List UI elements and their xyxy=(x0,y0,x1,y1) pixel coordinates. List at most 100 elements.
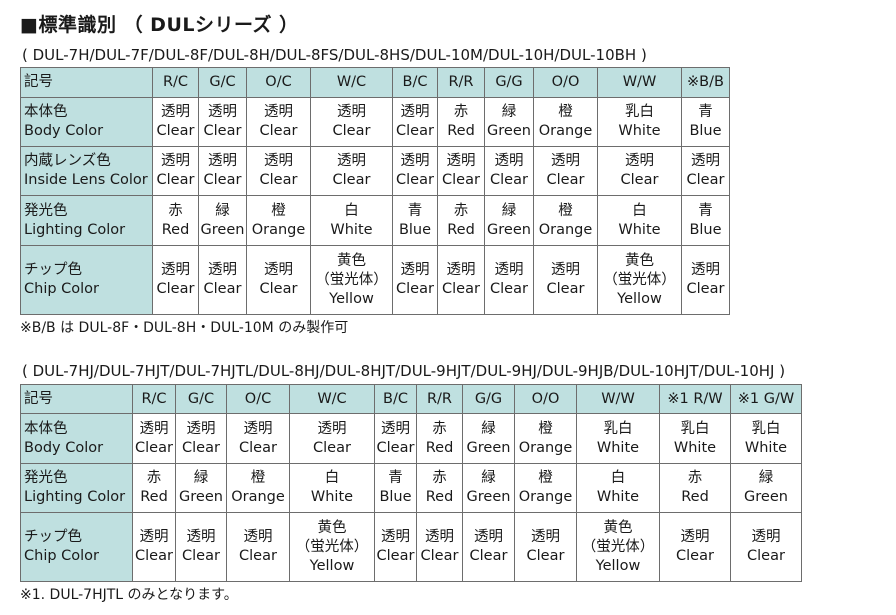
cell-text: Yellow xyxy=(617,290,662,307)
cell-text: Yellow xyxy=(329,290,374,307)
cell-text: Clear xyxy=(490,281,528,297)
color-cell: 透明 Clear xyxy=(175,512,227,582)
row-label-en: Lighting Color xyxy=(24,489,126,505)
cell-text: 透明 xyxy=(625,153,654,169)
cell-text: 透明 xyxy=(264,262,293,278)
header-code: O/O xyxy=(533,67,598,98)
cell-text: Clear xyxy=(182,439,220,456)
color-cell: 青 Blue xyxy=(392,195,438,246)
color-cell: 透明 Clear xyxy=(374,512,417,582)
row-label-en: Lighting Color xyxy=(24,221,126,238)
color-cell: 透明 Clear xyxy=(659,512,731,582)
color-cell: 緑 Green xyxy=(484,195,534,246)
color-cell: 赤 Red xyxy=(152,195,199,246)
cell-text: Clear xyxy=(376,439,415,456)
header-symbol: 記号 xyxy=(20,67,153,98)
color-cell: 透明 Clear xyxy=(132,512,176,582)
cell-text: Clear xyxy=(259,123,298,139)
row-label: 発光色 Lighting Color xyxy=(20,463,133,513)
cell-text: Clear xyxy=(135,548,173,564)
cell-text: 赤 xyxy=(687,470,703,486)
row-label: 本体色 Body Color xyxy=(20,413,133,464)
cell-text: Red xyxy=(425,489,454,505)
cell-text: 透明 xyxy=(381,529,410,545)
header-code: ※1 R/W xyxy=(659,384,731,414)
cell-text: Red xyxy=(425,439,454,456)
header-code: ※B/B xyxy=(681,67,730,98)
cell-text: 乳白 xyxy=(625,104,654,120)
cell-text: Clear xyxy=(259,281,298,297)
header-code: ※1 G/W xyxy=(730,384,802,414)
cell-text: Red xyxy=(161,221,190,238)
color-cell: 透明 Clear xyxy=(310,146,393,196)
cell-text: Green xyxy=(466,439,511,456)
cell-text: 透明 xyxy=(400,104,430,120)
cell-text: 透明 xyxy=(751,529,781,545)
color-cell: 黄色 （蛍光体） Yellow xyxy=(597,245,682,315)
cell-text: White xyxy=(596,439,640,456)
cell-text: 黄色 xyxy=(603,519,633,536)
cell-text: Clear xyxy=(396,123,434,139)
color-cell: 白 White xyxy=(576,463,660,513)
cell-text: 黄色 xyxy=(317,519,347,536)
header-code: G/G xyxy=(462,384,515,414)
table-row: 発光色 Lighting Color 赤 Red 緑 Green 橙 Orange 白 White… xyxy=(20,195,730,246)
cell-text: 緑 xyxy=(481,470,496,486)
cell-text: 緑 xyxy=(193,470,209,486)
cell-text: Red xyxy=(447,221,475,238)
color-cell: 黄色 （蛍光体） Yellow xyxy=(576,512,660,582)
cell-text: 透明 xyxy=(446,153,476,169)
row-label-jp: 発光色 xyxy=(24,470,68,486)
cell-text: 赤 xyxy=(453,104,469,120)
row-label: チップ色 Chip Color xyxy=(20,245,153,315)
cell-text: 透明 xyxy=(161,104,190,120)
cell-text: 透明 xyxy=(531,529,560,545)
cell-text: 透明 xyxy=(243,420,273,437)
color-cell: 透明 Clear xyxy=(198,245,247,315)
cell-text: 透明 xyxy=(161,262,190,278)
cell-text: （蛍光体） xyxy=(315,271,388,288)
row-label: 本体色 Body Color xyxy=(20,97,153,147)
cell-text: 透明 xyxy=(264,104,293,120)
color-cell: 透明 Clear xyxy=(597,146,682,196)
cell-text: Clear xyxy=(203,172,242,188)
color-cell: 赤 Red xyxy=(416,463,463,513)
cell-text: 緑 xyxy=(501,104,517,120)
row-label: 内蔵レンズ色 Inside Lens Color xyxy=(20,146,153,196)
color-cell: 透明 Clear xyxy=(437,146,485,196)
cell-text: （蛍光体） xyxy=(603,271,676,288)
cell-text: Clear xyxy=(526,548,565,564)
table1-model-list: ( DUL-7H/DUL-7F/DUL-8F/DUL-8H/DUL-8FS/DU… xyxy=(22,46,647,64)
row-label-jp: 発光色 xyxy=(24,202,68,219)
cell-text: 透明 xyxy=(186,529,216,545)
cell-text: 透明 xyxy=(400,262,430,278)
cell-text: 青 xyxy=(407,202,423,219)
color-cell: 透明 Clear xyxy=(310,97,393,147)
color-cell: 乳白 White xyxy=(659,413,731,464)
header-code: R/R xyxy=(437,67,485,98)
table-row: 本体色 Body Color 透明 Clear 透明 Clear 透明 Clear 透明 Clea… xyxy=(20,97,730,147)
header-code: W/C xyxy=(289,384,375,414)
row-label-en: Chip Color xyxy=(24,281,100,297)
cell-text: Orange xyxy=(538,221,593,238)
cell-text: Clear xyxy=(686,172,725,188)
color-cell: 乳白 White xyxy=(597,97,682,147)
table-row: チップ色 Chip Color 透明 Clear 透明 Clear 透明 Clear 黄色 （蛍光… xyxy=(20,245,730,315)
row-label-jp: チップ色 xyxy=(24,262,82,278)
cell-text: Clear xyxy=(135,439,173,456)
cell-text: 橙 xyxy=(558,104,573,120)
color-cell: 透明 Clear xyxy=(152,146,199,196)
header-symbol: 記号 xyxy=(20,384,133,414)
cell-text: 赤 xyxy=(432,470,447,486)
cell-text: Clear xyxy=(239,439,277,456)
cell-text: 赤 xyxy=(453,202,469,219)
color-cell: 橙 Orange xyxy=(533,97,598,147)
cell-text: 白 xyxy=(344,202,359,219)
cell-text: Clear xyxy=(203,123,242,139)
color-cell: 透明 Clear xyxy=(152,97,199,147)
cell-text: Clear xyxy=(747,548,785,564)
table-row: 内蔵レンズ色 Inside Lens Color 透明 Clear 透明 Clear 透明 C… xyxy=(20,146,730,196)
color-cell: 透明 Clear xyxy=(175,413,227,464)
cell-text: 透明 xyxy=(208,262,237,278)
header-code: O/O xyxy=(514,384,577,414)
